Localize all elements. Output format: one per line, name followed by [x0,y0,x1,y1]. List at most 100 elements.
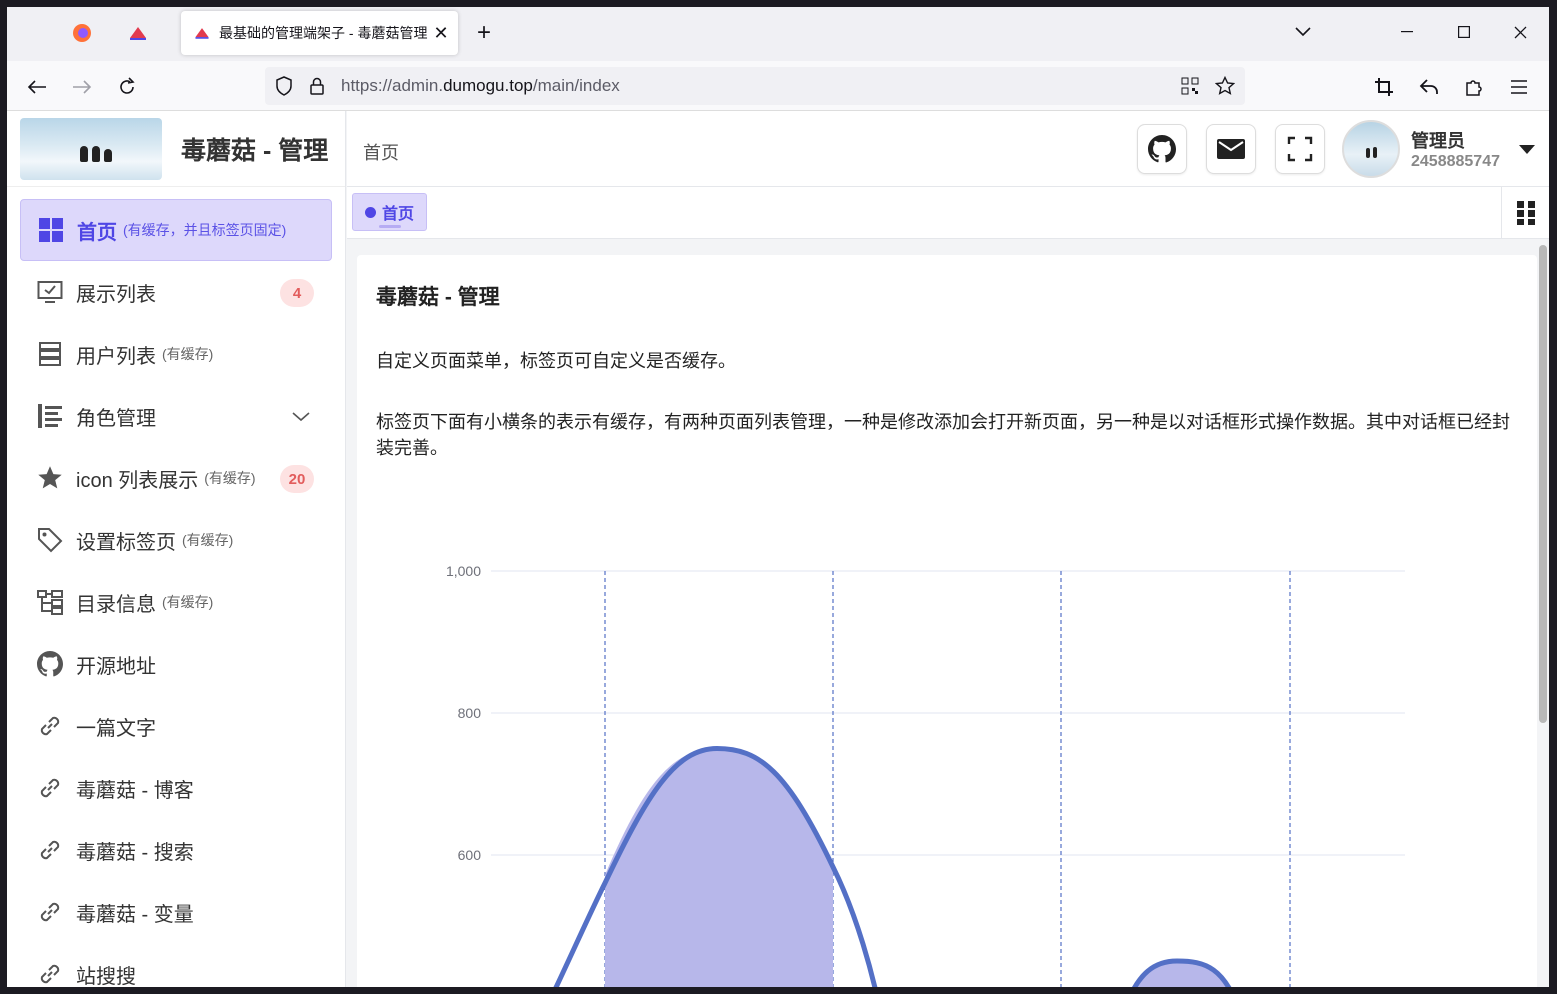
fullscreen-icon [1287,136,1313,162]
sidebar-item-label: 开源地址 [76,655,156,678]
tab-active[interactable]: 最基础的管理端架子 - 毒蘑菇管理 ✕ [181,11,458,55]
area-chart: 1,000 800 600 [446,563,1405,987]
brand-name: 毒蘑菇 - 管理 [181,136,329,165]
screenshot-button[interactable] [1368,71,1400,103]
browser-window: 最基础的管理端架子 - 毒蘑菇管理 ✕ + https://admin. dum… [7,7,1549,987]
caret-down-icon[interactable] [1519,145,1535,155]
close-window-button[interactable] [1500,17,1540,47]
tree-icon [36,588,64,616]
chevron-down-icon [1295,27,1311,37]
dumogu-logo-icon [130,27,146,40]
pinned-tab-dumogu[interactable] [111,15,165,51]
y-tick-label: 1,000 [446,563,481,579]
sidebar-item-hint: (有缓存) [162,346,214,362]
close-icon [1514,26,1526,38]
crop-icon [1375,78,1393,96]
tags-bar: 首页 [347,187,1549,239]
link-icon [36,836,64,864]
link-icon [36,898,64,926]
mail-icon [1217,139,1245,159]
sidebar-item-9[interactable]: 毒蘑菇 - 博客 [20,757,332,819]
count-badge: 4 [280,279,314,307]
pinned-tab-firefox[interactable] [55,15,109,51]
github-button[interactable] [1137,124,1187,174]
link-icon [36,712,64,740]
url-bar[interactable]: https://admin. dumogu.top/main/index [265,67,1245,105]
forward-button[interactable] [66,71,98,103]
lock-icon [310,77,324,95]
sidebar-item-7[interactable]: 开源地址 [20,633,332,695]
reload-button[interactable] [111,71,143,103]
link-icon [36,960,64,987]
sidebar-item-hint: (有缓存，并且标签页固定) [123,222,287,238]
sidebar-item-12[interactable]: 站搜搜 [20,943,332,987]
user-name[interactable]: 管理员 [1411,127,1465,153]
shield-icon [276,76,292,96]
forward-arrow-icon [73,80,92,94]
list-all-tabs-button[interactable] [1283,17,1323,47]
dumogu-logo-icon [195,28,209,39]
sidebar-menu: 首页 (有缓存，并且标签页固定) 展示列表 4 用户列表 (有缓存) 角色管理 icon 列表… [7,187,345,987]
sidebar-item-1[interactable]: 展示列表 4 [20,261,332,323]
sidebar-item-hint: (有缓存) [182,532,234,548]
y-tick-label: 800 [458,705,482,721]
scrollbar-thumb[interactable] [1539,245,1547,723]
chevron-down-icon[interactable] [292,405,310,428]
reply-icon [1419,79,1438,94]
github-icon [36,650,64,678]
fullscreen-button[interactable] [1275,124,1325,174]
tag-icon [36,526,64,554]
tags-menu-button[interactable] [1501,187,1549,239]
sidebar-item-10[interactable]: 毒蘑菇 - 搜索 [20,819,332,881]
tab-strip: 最基础的管理端架子 - 毒蘑菇管理 ✕ + [7,7,1549,61]
brand-logo [20,117,162,180]
sidebar-item-11[interactable]: 毒蘑菇 - 变量 [20,881,332,943]
sidebar-item-label: 毒蘑菇 - 变量 [76,903,194,926]
mail-button[interactable] [1206,124,1256,174]
sidebar-item-label: icon 列表展示 [76,469,199,492]
bookmark-star-icon[interactable] [1215,76,1235,96]
new-tab-button[interactable]: + [469,19,499,47]
page: 毒蘑菇 - 管理 首页 (有缓存，并且标签页固定) 展示列表 4 用户列表 (有缓存) 角色… [7,111,1549,987]
minimize-button[interactable] [1387,17,1427,47]
back-arrow-icon [27,80,46,94]
back-button[interactable] [21,71,53,103]
sidebar-item-0[interactable]: 首页 (有缓存，并且标签页固定) [20,199,332,261]
sidebar-item-label: 毒蘑菇 - 搜索 [76,841,194,864]
sidebar-item-6[interactable]: 目录信息 (有缓存) [20,571,332,633]
puzzle-icon [1466,80,1482,96]
qr-code-icon[interactable] [1181,77,1199,95]
tag-dot [365,206,376,218]
maximize-icon [1458,26,1470,38]
user-id: 2458885747 [1411,153,1500,170]
brand[interactable]: 毒蘑菇 - 管理 [7,111,345,187]
y-tick-label: 600 [458,847,482,863]
sidebar-item-8[interactable]: 一篇文字 [20,695,332,757]
extensions-button[interactable] [1458,71,1490,103]
hamburger-icon [1511,80,1527,94]
tag-home[interactable]: 首页 [352,193,428,231]
sidebar-item-label: 角色管理 [76,407,156,430]
area-fill-1 [605,748,833,987]
sidebar-item-label: 一篇文字 [76,717,156,740]
github-icon [1148,135,1176,163]
sidebar-item-5[interactable]: 设置标签页 (有缓存) [20,509,332,571]
nav-bar: https://admin. dumogu.top/main/index [7,61,1549,111]
tab-close-icon[interactable]: ✕ [432,23,450,44]
sidebar-item-4[interactable]: icon 列表展示 (有缓存) 20 [20,447,332,509]
maximize-button[interactable] [1444,17,1484,47]
dashboard-icon [37,216,65,244]
reply-button[interactable] [1413,71,1445,103]
cache-indicator [379,225,401,228]
sidebar-item-label: 展示列表 [76,283,156,306]
breadcrumb: 首页 [363,143,399,163]
sidebar-item-3[interactable]: 角色管理 [20,385,332,447]
avatar[interactable] [1342,120,1400,178]
app-menu-button[interactable] [1503,71,1535,103]
content-card: 毒蘑菇 - 管理 自定义页面菜单，标签页可自定义是否缓存。 标签页下面有小横条的… [357,255,1537,987]
sidebar-item-label: 首页 [77,221,117,244]
sidebar-item-label: 毒蘑菇 - 博客 [76,779,194,802]
star-icon [36,464,64,492]
sidebar-item-2[interactable]: 用户列表 (有缓存) [20,323,332,385]
sidebar-item-hint: (有缓存) [162,594,214,610]
